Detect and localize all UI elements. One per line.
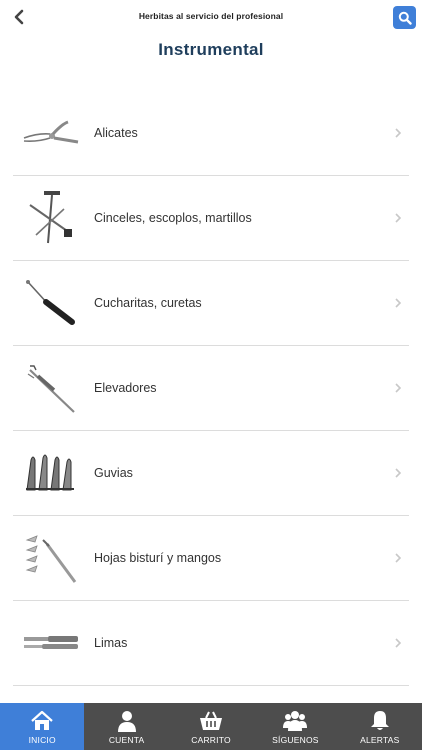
chisel-hammer-icon: [21, 188, 81, 248]
chevron-right-icon: [395, 383, 402, 393]
file-icon: [21, 613, 81, 673]
list-item-label: Cinceles, escoplos, martillos: [94, 211, 252, 225]
chevron-right-icon: [395, 553, 402, 563]
scalpel-icon: [21, 528, 81, 588]
gouge-icon: [21, 443, 81, 503]
curette-icon: [21, 273, 81, 333]
group-icon: [283, 711, 308, 731]
top-bar: Herbitas al servicio del profesional: [0, 0, 422, 36]
search-button[interactable]: [393, 6, 416, 29]
tab-label: CARRITO: [191, 735, 231, 745]
tab-inicio[interactable]: INICIO: [0, 703, 85, 750]
search-icon: [398, 11, 412, 25]
list-item-cucharitas[interactable]: Cucharitas, curetas: [13, 261, 409, 346]
pliers-icon: [21, 103, 81, 163]
page-title: Instrumental: [158, 40, 264, 59]
tab-label: ALERTAS: [360, 735, 400, 745]
chevron-right-icon: [395, 468, 402, 478]
tab-carrito[interactable]: CARRITO: [169, 703, 253, 750]
tab-label: CUENTA: [108, 735, 145, 745]
tab-cuenta[interactable]: CUENTA: [84, 703, 168, 750]
home-icon: [31, 710, 53, 730]
tab-alertas[interactable]: ALERTAS: [338, 703, 422, 750]
tab-siguenos[interactable]: SÍGUENOS: [253, 703, 337, 750]
chevron-right-icon: [395, 298, 402, 308]
user-icon: [117, 711, 136, 732]
list-item-limas[interactable]: Limas: [13, 601, 409, 686]
list-item-cinceles[interactable]: Cinceles, escoplos, martillos: [13, 176, 409, 261]
list-item-label: Limas: [94, 636, 128, 650]
tab-label: INICIO: [28, 735, 56, 745]
list-item-label: Elevadores: [94, 381, 157, 395]
bottom-tab-bar: INICIO CUENTA CARRITO SÍGUENOS ALERTAS: [0, 703, 422, 750]
list-item-label: Hojas bisturí y mangos: [94, 551, 222, 565]
bell-icon: [370, 711, 389, 730]
list-item-alicates[interactable]: Alicates: [13, 91, 409, 176]
elevator-icon: [21, 358, 81, 418]
list-item-guvias[interactable]: Guvias: [13, 431, 409, 516]
list-item-elevadores[interactable]: Elevadores: [13, 346, 409, 431]
list-item-label: Cucharitas, curetas: [94, 296, 202, 310]
cart-icon: [200, 711, 223, 730]
list-item-label: Alicates: [94, 126, 138, 140]
list-item-hojas[interactable]: Hojas bisturí y mangos: [13, 516, 409, 601]
brand-tagline: Herbitas al servicio del profesional: [138, 11, 284, 21]
chevron-right-icon: [395, 128, 402, 138]
chevron-right-icon: [395, 638, 402, 648]
tab-label: SÍGUENOS: [272, 735, 319, 745]
list-item-label: Guvias: [94, 466, 133, 480]
category-list: Alicates Cinceles, escoplos, martillos C…: [13, 91, 409, 703]
chevron-right-icon: [395, 213, 402, 223]
